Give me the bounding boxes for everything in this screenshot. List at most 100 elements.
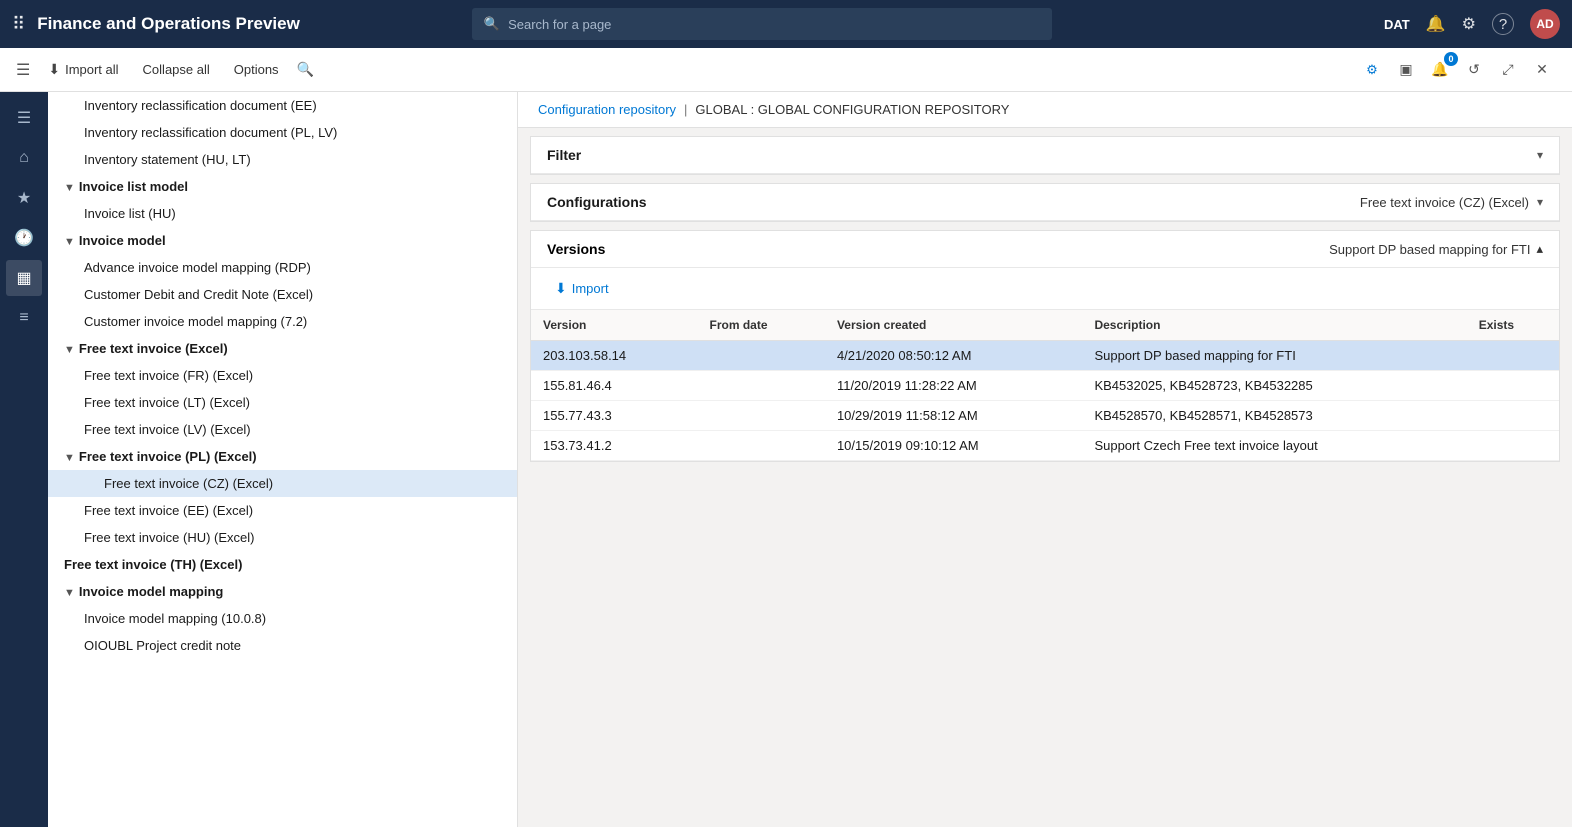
app-grid-icon[interactable]: ⠿ — [12, 14, 25, 35]
hamburger-icon[interactable]: ☰ — [16, 60, 30, 80]
tree-item[interactable]: Free text invoice (HU) (Excel) — [48, 524, 517, 551]
toolbar-search-icon[interactable]: 🔍 — [297, 61, 314, 78]
import-button[interactable]: ⬇ Import — [543, 274, 621, 303]
env-label: DAT — [1384, 17, 1410, 32]
table-header-row: Version From date Version created Descri… — [531, 310, 1559, 341]
avatar[interactable]: AD — [1530, 9, 1560, 39]
layout-icon[interactable]: ▣ — [1392, 56, 1420, 84]
tree-item[interactable]: Inventory statement (HU, LT) — [48, 146, 517, 173]
sidebar-home-icon[interactable]: ⌂ — [6, 140, 42, 176]
cell-from_date — [698, 371, 825, 401]
search-bar[interactable]: 🔍 Search for a page — [472, 8, 1052, 40]
breadcrumb-current: GLOBAL : GLOBAL CONFIGURATION REPOSITORY — [695, 102, 1009, 117]
tree-item[interactable]: ▼Invoice list model — [48, 173, 517, 200]
versions-table: Version From date Version created Descri… — [531, 310, 1559, 461]
collapse-all-label: Collapse all — [143, 62, 210, 77]
tree-expand-icon: ▼ — [64, 587, 75, 599]
tree-item[interactable]: Advance invoice model mapping (RDP) — [48, 254, 517, 281]
filter-section: Filter ▾ — [530, 136, 1560, 175]
table-row[interactable]: 155.77.43.3 10/29/2019 11:58:12 AMKB45285… — [531, 401, 1559, 431]
import-btn-label: Import — [572, 281, 609, 296]
tree-item[interactable]: Invoice model mapping (10.0.8) — [48, 605, 517, 632]
breadcrumb-parent[interactable]: Configuration repository — [538, 102, 676, 117]
tree-item[interactable]: ▼Free text invoice (PL) (Excel) — [48, 443, 517, 470]
expand-icon[interactable]: ⤢ — [1494, 56, 1522, 84]
tree-item[interactable]: Invoice list (HU) — [48, 200, 517, 227]
tree-item[interactable]: Free text invoice (EE) (Excel) — [48, 497, 517, 524]
configurations-title: Configurations — [547, 194, 647, 210]
versions-header: Versions Support DP based mapping for FT… — [531, 231, 1559, 268]
close-panel-icon[interactable]: ✕ — [1528, 56, 1556, 84]
sidebar-favorite-icon[interactable]: ★ — [6, 180, 42, 216]
sidebar-menu-icon[interactable]: ☰ — [6, 100, 42, 136]
filter-section-header[interactable]: Filter ▾ — [531, 137, 1559, 174]
tree-item[interactable]: Free text invoice (CZ) (Excel) — [48, 470, 517, 497]
tree-expand-icon: ▼ — [64, 236, 75, 248]
versions-section: Versions Support DP based mapping for FT… — [530, 230, 1560, 462]
versions-selected-label: Support DP based mapping for FTI — [1329, 242, 1530, 257]
search-placeholder: Search for a page — [508, 17, 611, 32]
cell-description: Support DP based mapping for FTI — [1082, 341, 1466, 371]
cell-version_created: 11/20/2019 11:28:22 AM — [825, 371, 1082, 401]
configurations-section: Configurations Free text invoice (CZ) (E… — [530, 183, 1560, 222]
tree-item[interactable]: Free text invoice (LV) (Excel) — [48, 416, 517, 443]
sidebar-list-icon[interactable]: ▦ — [6, 260, 42, 296]
import-all-label: Import all — [65, 62, 118, 77]
cell-exists — [1467, 371, 1559, 401]
options-label: Options — [234, 62, 279, 77]
help-icon[interactable]: ? — [1492, 13, 1514, 35]
breadcrumb: Configuration repository | GLOBAL : GLOB… — [518, 92, 1572, 128]
sidebar-recent-icon[interactable]: 🕐 — [6, 220, 42, 256]
configurations-section-header[interactable]: Configurations Free text invoice (CZ) (E… — [531, 184, 1559, 221]
table-row[interactable]: 155.81.46.4 11/20/2019 11:28:22 AMKB45320… — [531, 371, 1559, 401]
import-arrow-icon: ⬇ — [555, 280, 567, 297]
refresh-icon[interactable]: ↺ — [1460, 56, 1488, 84]
cell-from_date — [698, 431, 825, 461]
configurations-chevron: ▾ — [1537, 195, 1543, 209]
notification-badge: 0 — [1444, 52, 1458, 66]
bell-icon[interactable]: 🔔 — [1426, 14, 1446, 34]
cell-exists — [1467, 431, 1559, 461]
table-row[interactable]: 153.73.41.210/15/2019 09:10:12 AMSupport… — [531, 431, 1559, 461]
cell-version_created: 10/15/2019 09:10:12 AM — [825, 431, 1082, 461]
tree-item[interactable]: Inventory reclassification document (PL,… — [48, 119, 517, 146]
versions-title: Versions — [547, 241, 605, 257]
cell-version_created: 10/29/2019 11:58:12 AM — [825, 401, 1082, 431]
cell-exists — [1467, 341, 1559, 371]
gear-icon[interactable]: ⚙ — [1462, 14, 1476, 34]
main-layout: ☰ ⌂ ★ 🕐 ▦ ≡ Inventory reclassification d… — [0, 92, 1572, 827]
cell-version: 155.81.46.4 — [531, 371, 698, 401]
table-row[interactable]: 203.103.58.144/21/2020 08:50:12 AMSuppor… — [531, 341, 1559, 371]
top-nav: ⠿ Finance and Operations Preview 🔍 Searc… — [0, 0, 1572, 48]
cell-version: 203.103.58.14 — [531, 341, 698, 371]
app-title: Finance and Operations Preview — [37, 14, 300, 34]
col-version: Version — [531, 310, 698, 341]
versions-right: Support DP based mapping for FTI ▴ — [1329, 241, 1543, 257]
tree-item[interactable]: Customer Debit and Credit Note (Excel) — [48, 281, 517, 308]
tree-item[interactable]: Free text invoice (LT) (Excel) — [48, 389, 517, 416]
tree-expand-icon: ▼ — [64, 452, 75, 464]
cell-version: 153.73.41.2 — [531, 431, 698, 461]
tree-item[interactable]: OIOUBL Project credit note — [48, 632, 517, 659]
cell-description: KB4532025, KB4528723, KB4532285 — [1082, 371, 1466, 401]
selected-config-label: Free text invoice (CZ) (Excel) — [1360, 195, 1529, 210]
sidebar-report-icon[interactable]: ≡ — [6, 300, 42, 336]
cell-description: KB4528570, KB4528571, KB4528573 — [1082, 401, 1466, 431]
tree-item[interactable]: ▼Invoice model — [48, 227, 517, 254]
options-button[interactable]: Options — [224, 57, 289, 82]
cell-from_date — [698, 341, 825, 371]
cell-version: 155.77.43.3 — [531, 401, 698, 431]
import-all-button[interactable]: ⬇ Import all — [38, 56, 128, 83]
toolbar-right: ⚙ ▣ 🔔 0 ↺ ⤢ ✕ — [1358, 56, 1556, 84]
secondary-toolbar: ☰ ⬇ Import all Collapse all Options 🔍 ⚙ … — [0, 48, 1572, 92]
tree-item[interactable]: Customer invoice model mapping (7.2) — [48, 308, 517, 335]
col-exists: Exists — [1467, 310, 1559, 341]
notification-icon[interactable]: 🔔 0 — [1426, 56, 1454, 84]
tree-item[interactable]: Free text invoice (TH) (Excel) — [48, 551, 517, 578]
personalize-icon[interactable]: ⚙ — [1358, 56, 1386, 84]
tree-item[interactable]: ▼Free text invoice (Excel) — [48, 335, 517, 362]
tree-item[interactable]: Inventory reclassification document (EE) — [48, 92, 517, 119]
tree-item[interactable]: Free text invoice (FR) (Excel) — [48, 362, 517, 389]
tree-item[interactable]: ▼Invoice model mapping — [48, 578, 517, 605]
collapse-all-button[interactable]: Collapse all — [133, 57, 220, 82]
